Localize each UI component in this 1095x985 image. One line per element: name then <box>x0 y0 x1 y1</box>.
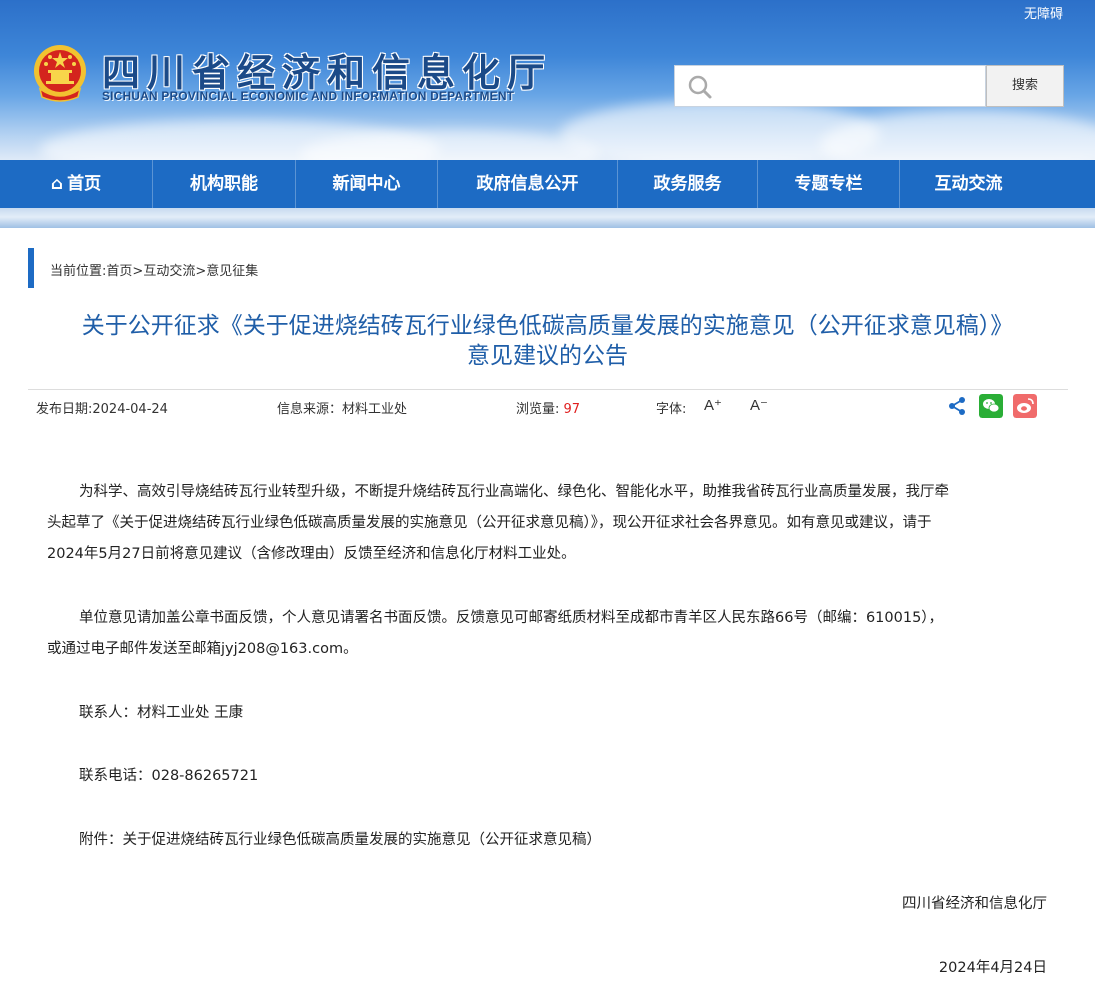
publish-date: 发布日期:2024-04-24 <box>36 402 168 417</box>
breadcrumb: 当前位置:首页>互动交流>意见征集 <box>50 264 259 279</box>
site-header: 无障碍 四川省经济和信息化厅 SICHUAN PROVINCIAL ECONOM… <box>0 0 1095 160</box>
article-title: 关于公开征求《关于促进烧结砖瓦行业绿色低碳高质量发展的实施意见（公开征求意见稿）… <box>81 313 1014 369</box>
nav-topics[interactable]: 专题专栏 <box>758 160 900 208</box>
nav-services[interactable]: 政务服务 <box>618 160 758 208</box>
nav-decoration <box>0 208 1095 228</box>
share-icon[interactable] <box>945 394 969 418</box>
attachment-link[interactable]: 关于促进烧结砖瓦行业绿色低碳高质量发展的实施意见（公开征求意见稿） <box>123 832 602 848</box>
contact-phone: 联系电话：028-86265721 <box>79 768 259 784</box>
weibo-icon[interactable] <box>1013 394 1037 418</box>
contact-person: 联系人：材料工业处 王康 <box>79 705 244 721</box>
nav-home[interactable]: ⌂ 首页 <box>0 160 153 208</box>
main-nav: ⌂ 首页 机构职能 新闻中心 政府信息公开 政务服务 专题专栏 互动交流 <box>0 160 1095 208</box>
site-title-english: SICHUAN PROVINCIAL ECONOMIC AND INFORMAT… <box>102 89 515 103</box>
search-icon <box>688 75 712 99</box>
breadcrumb-home[interactable]: 首页 <box>106 264 132 279</box>
breadcrumb-interaction[interactable]: 互动交流 <box>143 264 195 279</box>
nav-interaction[interactable]: 互动交流 <box>900 160 1037 208</box>
info-source: 信息来源：材料工业处 <box>277 402 408 417</box>
font-size-label: 字体: <box>656 402 687 417</box>
home-icon: ⌂ <box>50 174 64 194</box>
article-meta: 发布日期:2024-04-24 信息来源：材料工业处 浏览量: 97 字体: A… <box>28 389 1068 422</box>
wechat-icon[interactable] <box>979 394 1003 418</box>
font-decrease-button[interactable]: A⁻ <box>750 396 768 414</box>
search-input[interactable] <box>721 72 980 102</box>
breadcrumb-marker <box>28 248 34 288</box>
signature: 四川省经济和信息化厅 <box>902 896 1047 912</box>
breadcrumb-current[interactable]: 意见征集 <box>206 264 258 279</box>
search-box <box>674 65 986 107</box>
sign-date: 2024年4月24日 <box>938 960 1047 976</box>
nav-gov-info[interactable]: 政府信息公开 <box>438 160 618 208</box>
national-emblem-icon <box>34 45 86 102</box>
view-count: 浏览量: 97 <box>516 402 581 417</box>
nav-organization[interactable]: 机构职能 <box>153 160 296 208</box>
accessibility-link[interactable]: 无障碍 <box>1024 3 1063 22</box>
search-button[interactable]: 搜索 <box>986 65 1064 107</box>
attachment: 附件：关于促进烧结砖瓦行业绿色低碳高质量发展的实施意见（公开征求意见稿） <box>79 832 602 848</box>
font-increase-button[interactable]: A⁺ <box>704 396 722 414</box>
nav-news[interactable]: 新闻中心 <box>296 160 438 208</box>
